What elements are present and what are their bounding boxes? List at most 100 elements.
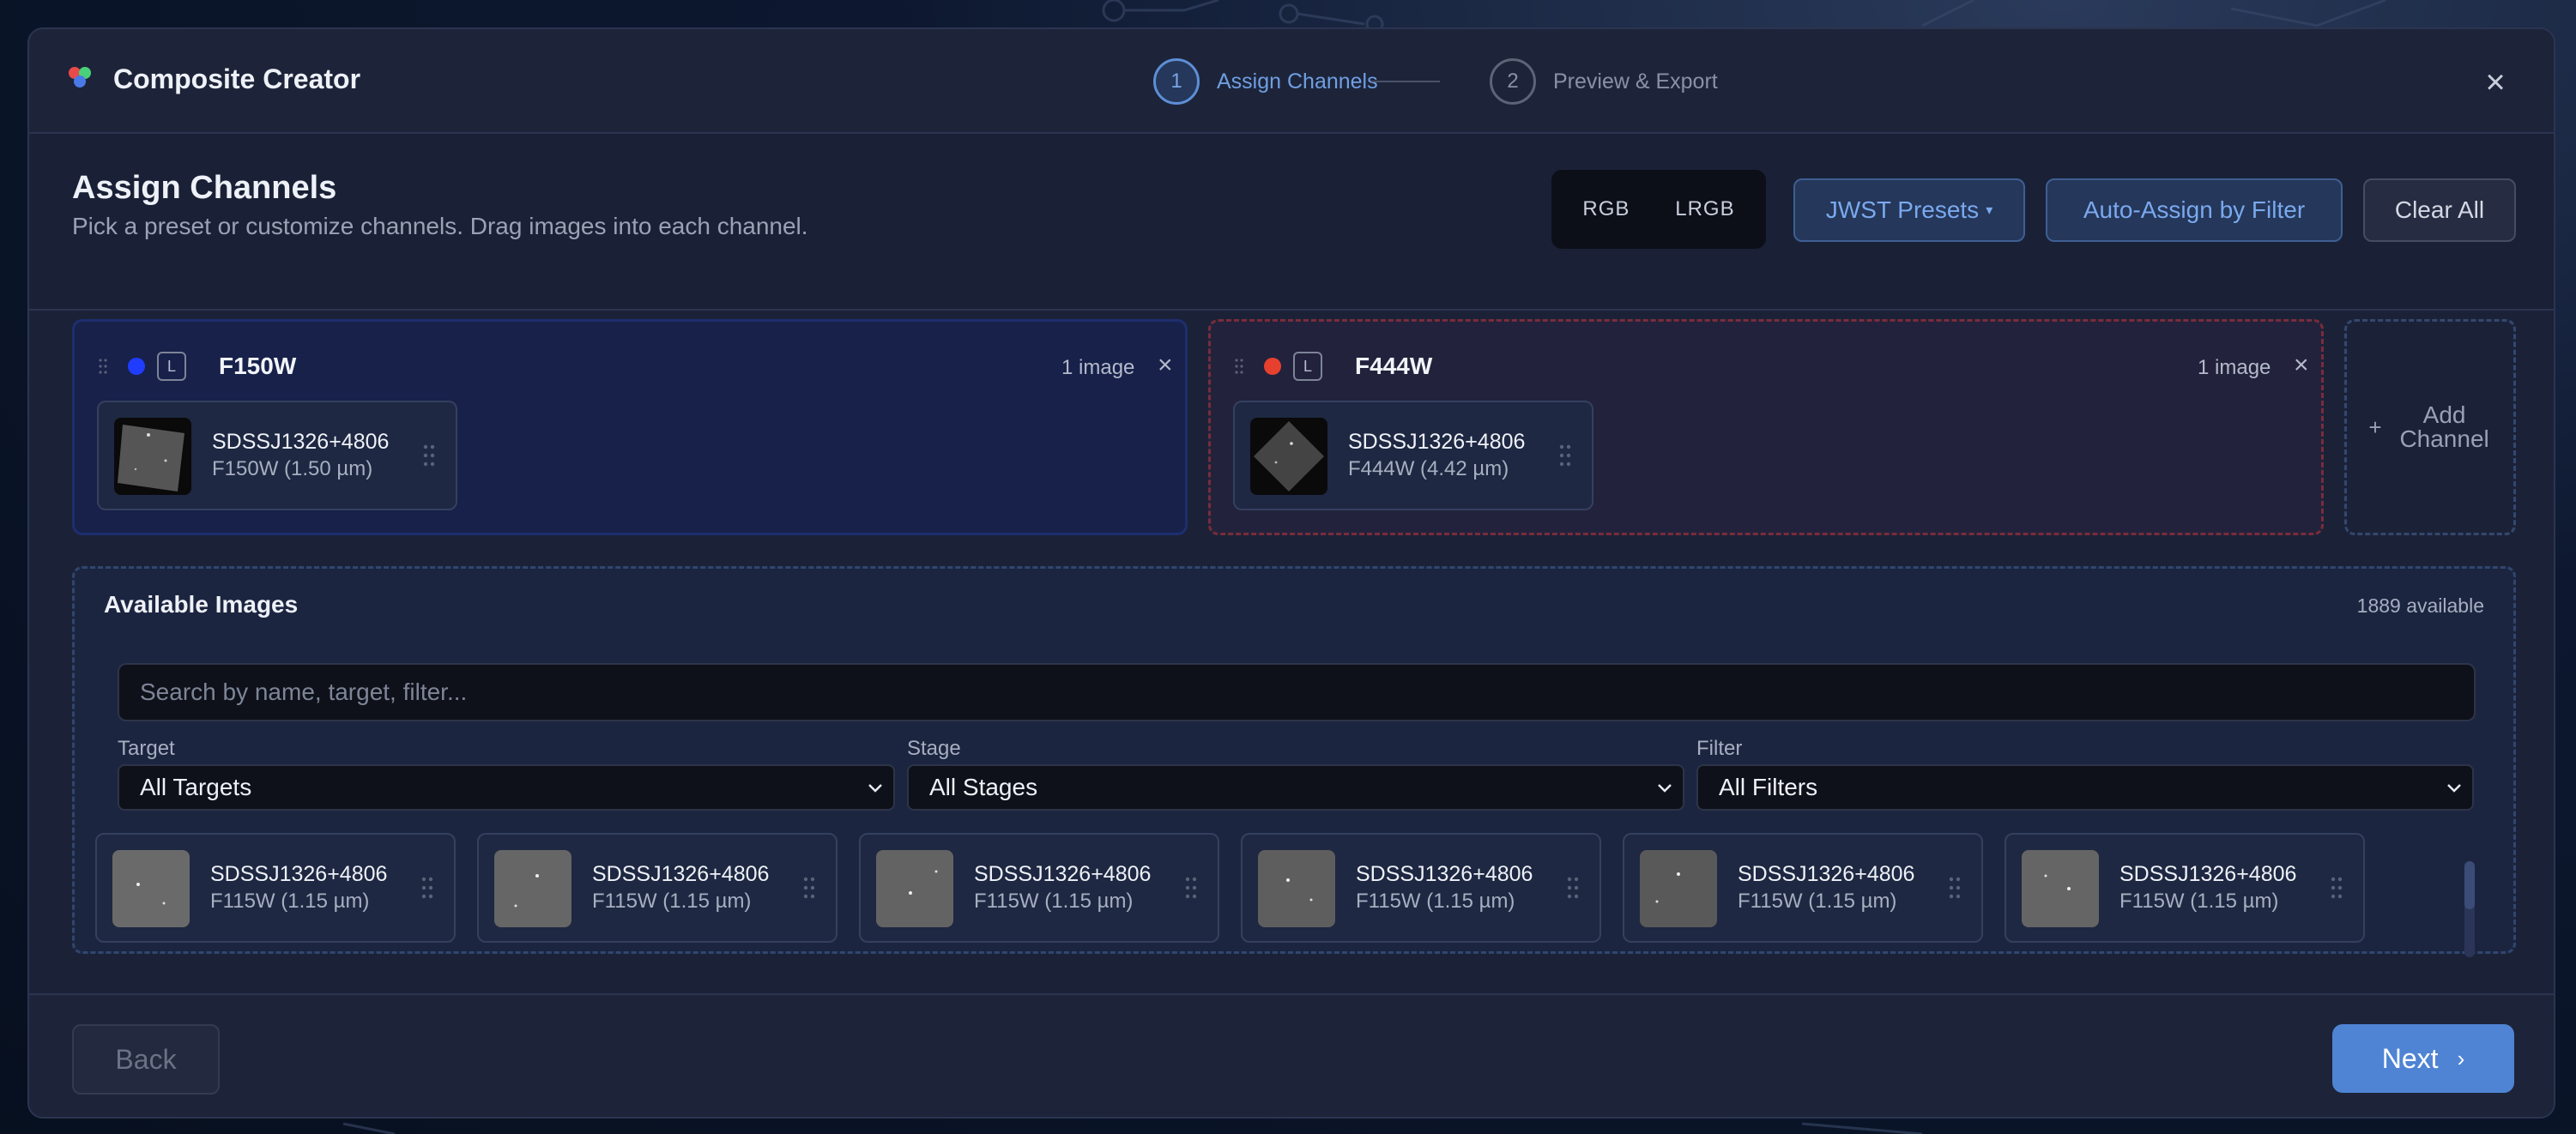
available-image-card[interactable]: SDSSJ1326+4806 F115W (1.15 µm) xyxy=(477,833,838,943)
search-input[interactable] xyxy=(118,663,2476,721)
step-preview-export[interactable]: 2 Preview & Export xyxy=(1490,58,1718,105)
step-label: Preview & Export xyxy=(1553,69,1718,93)
image-name: SDSSJ1326+4806 xyxy=(2119,862,2297,886)
channel-f444w[interactable]: L F444W 1 image × SDSSJ1326+4806 F444W (… xyxy=(1208,319,2324,535)
stage-select[interactable]: All Stages xyxy=(907,764,1684,811)
step-label: Assign Channels xyxy=(1217,69,1378,93)
drag-handle-icon[interactable] xyxy=(1235,358,1243,375)
available-image-card[interactable]: SDSSJ1326+4806 F115W (1.15 µm) xyxy=(1241,833,1601,943)
add-channel-label: Add Channel xyxy=(2399,401,2489,452)
image-name: SDSSJ1326+4806 xyxy=(974,862,1152,886)
drag-handle-icon[interactable] xyxy=(99,358,107,375)
filter-select[interactable]: All Filters xyxy=(1696,764,2474,811)
image-filter: F444W (4.42 µm) xyxy=(1348,457,1509,480)
chevron-down-icon xyxy=(2447,784,2461,793)
image-filter: F115W (1.15 µm) xyxy=(1738,890,1897,913)
image-thumbnail xyxy=(114,418,191,495)
luminance-badge[interactable]: L xyxy=(1293,352,1322,381)
image-thumbnail xyxy=(494,850,571,927)
available-image-card[interactable]: SDSSJ1326+4806 F115W (1.15 µm) xyxy=(95,833,456,943)
filter-select-value: All Filters xyxy=(1719,774,1818,800)
available-image-card[interactable]: SDSSJ1326+4806 F115W (1.15 µm) xyxy=(859,833,1219,943)
section-description: Pick a preset or customize channels. Dra… xyxy=(72,213,808,239)
drag-handle-icon[interactable] xyxy=(423,443,435,467)
channel-f150w[interactable]: L F150W 1 image × SDSSJ1326+4806 F150W (… xyxy=(72,319,1188,535)
image-thumbnail xyxy=(1250,418,1327,495)
step-number: 1 xyxy=(1153,58,1200,105)
available-images-count: 1889 available xyxy=(2356,594,2484,617)
drag-handle-icon[interactable] xyxy=(803,876,815,900)
image-filter: F115W (1.15 µm) xyxy=(210,890,370,913)
image-thumbnail xyxy=(876,850,953,927)
remove-channel-icon[interactable]: × xyxy=(2294,351,2309,380)
channel-color-swatch[interactable] xyxy=(128,358,145,375)
mode-lrgb-button[interactable]: LRGB xyxy=(1675,197,1734,221)
image-thumbnail xyxy=(2022,850,2099,927)
app-title: Composite Creator xyxy=(113,63,361,94)
remove-channel-icon[interactable]: × xyxy=(1158,351,1173,380)
mode-selector: RGB LRGB xyxy=(1551,170,1766,249)
clear-all-button[interactable]: Clear All xyxy=(2363,178,2516,242)
image-thumbnail xyxy=(1258,850,1335,927)
target-filter-label: Target xyxy=(118,737,175,760)
step-number: 2 xyxy=(1490,58,1536,105)
available-image-card[interactable]: SDSSJ1326+4806 F115W (1.15 µm) xyxy=(2005,833,2365,943)
image-name: SDSSJ1326+4806 xyxy=(210,862,388,886)
available-images-scrollbar[interactable] xyxy=(2464,861,2475,957)
drag-handle-icon[interactable] xyxy=(1567,876,1579,900)
drag-handle-icon[interactable] xyxy=(1949,876,1961,900)
image-filter: F115W (1.15 µm) xyxy=(1356,890,1515,913)
mode-rgb-button[interactable]: RGB xyxy=(1582,197,1630,221)
auto-assign-button[interactable]: Auto-Assign by Filter xyxy=(2046,178,2343,242)
filter-filter-label: Filter xyxy=(1696,737,1743,760)
image-name: SDSSJ1326+4806 xyxy=(212,430,390,454)
chevron-down-icon: ▾ xyxy=(1986,203,1993,218)
image-thumbnail xyxy=(112,850,190,927)
channel-name: F150W xyxy=(219,353,297,379)
add-channel-button[interactable]: + Add Channel xyxy=(2344,319,2516,535)
available-images-title: Available Images xyxy=(104,591,299,618)
chevron-right-icon: › xyxy=(2457,1045,2465,1071)
image-filter: F150W (1.50 µm) xyxy=(212,457,373,480)
image-filter: F115W (1.15 µm) xyxy=(592,890,752,913)
scrollbar-thumb[interactable] xyxy=(2464,861,2475,909)
jwst-presets-label: JWST Presets xyxy=(1825,196,1980,223)
stage-select-value: All Stages xyxy=(929,774,1038,800)
channel-color-swatch[interactable] xyxy=(1264,358,1281,375)
composite-creator-dialog: Composite Creator 1 Assign Channels 2 Pr… xyxy=(27,27,2555,1119)
step-assign-channels[interactable]: 1 Assign Channels xyxy=(1153,58,1378,105)
app-logo-icon xyxy=(69,67,94,93)
next-button-label: Next xyxy=(2381,1042,2439,1074)
image-filter: F115W (1.15 µm) xyxy=(2119,890,2279,913)
drag-handle-icon[interactable] xyxy=(1185,876,1197,900)
luminance-badge[interactable]: L xyxy=(157,352,186,381)
channel-name: F444W xyxy=(1355,353,1433,379)
stage-filter-label: Stage xyxy=(907,737,961,760)
drag-handle-icon[interactable] xyxy=(421,876,433,900)
jwst-presets-button[interactable]: JWST Presets ▾ xyxy=(1793,178,2025,242)
image-name: SDSSJ1326+4806 xyxy=(1348,430,1526,454)
image-name: SDSSJ1326+4806 xyxy=(592,862,770,886)
plus-icon: + xyxy=(2368,413,2382,440)
channel-image-card[interactable]: SDSSJ1326+4806 F150W (1.50 µm) xyxy=(97,401,457,510)
target-select[interactable]: All Targets xyxy=(118,764,895,811)
step-connector xyxy=(1371,81,1440,82)
target-select-value: All Targets xyxy=(140,774,252,800)
channel-image-count: 1 image xyxy=(2198,356,2271,379)
close-icon[interactable]: × xyxy=(2478,65,2513,100)
available-images-panel: Available Images 1889 available Target A… xyxy=(72,566,2516,954)
back-button[interactable]: Back xyxy=(72,1024,220,1095)
channel-image-card[interactable]: SDSSJ1326+4806 F444W (4.42 µm) xyxy=(1233,401,1593,510)
section-title: Assign Channels xyxy=(72,170,337,206)
drag-handle-icon[interactable] xyxy=(1559,443,1571,467)
drag-handle-icon[interactable] xyxy=(2331,876,2343,900)
channel-image-count: 1 image xyxy=(1061,356,1135,379)
available-image-card[interactable]: SDSSJ1326+4806 F115W (1.15 µm) xyxy=(1623,833,1983,943)
assign-channels-toolbar: Assign Channels Pick a preset or customi… xyxy=(29,134,2554,311)
next-button[interactable]: Next › xyxy=(2332,1024,2514,1093)
image-name: SDSSJ1326+4806 xyxy=(1738,862,1915,886)
dialog-footer: Back Next › xyxy=(29,993,2554,1117)
dialog-header: Composite Creator 1 Assign Channels 2 Pr… xyxy=(29,29,2554,134)
image-filter: F115W (1.15 µm) xyxy=(974,890,1134,913)
image-thumbnail xyxy=(1640,850,1717,927)
